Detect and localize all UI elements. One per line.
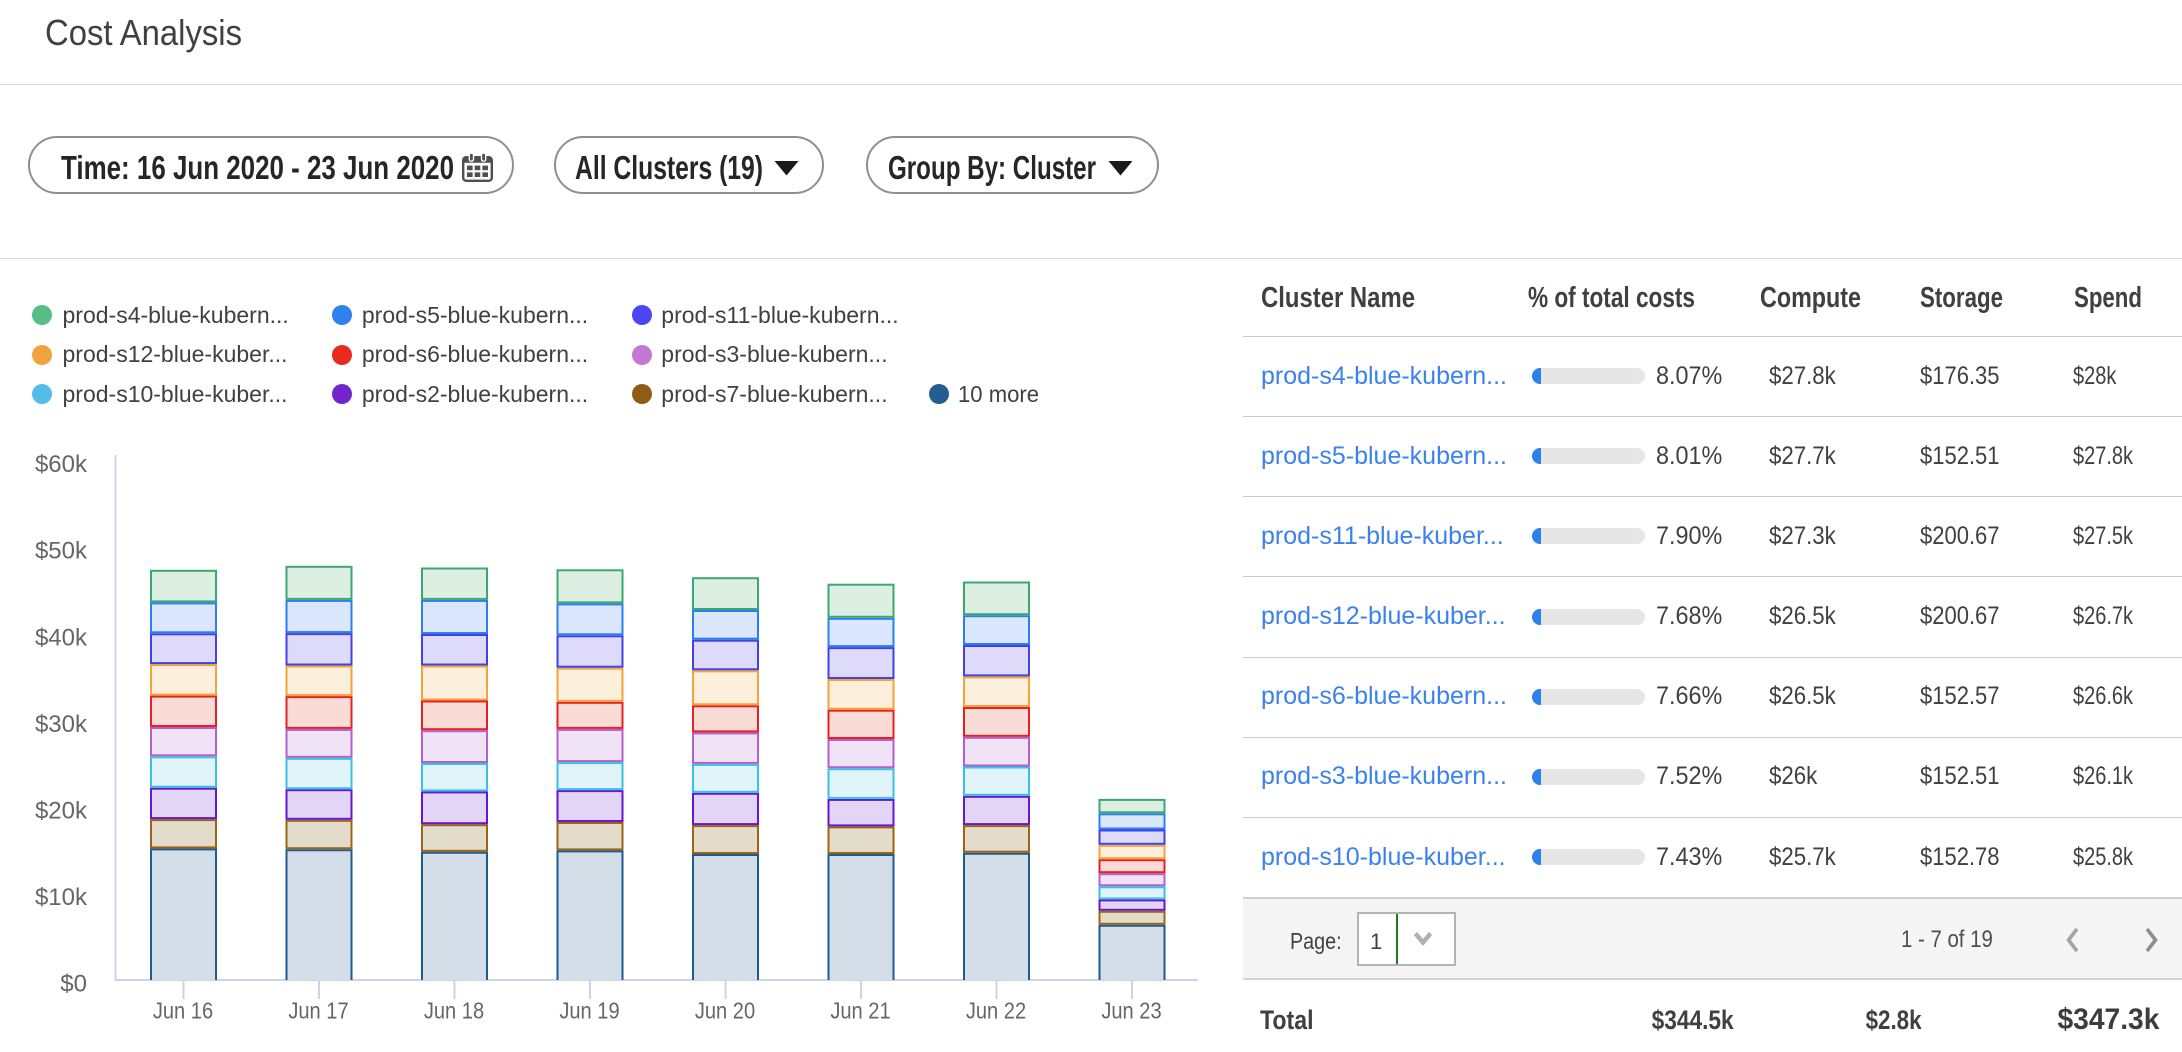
- svg-text:$30k: $30k: [35, 711, 88, 738]
- svg-text:Jun 22: Jun 22: [966, 998, 1026, 1024]
- svg-text:Jun 21: Jun 21: [830, 998, 890, 1024]
- svg-text:Jun 16: Jun 16: [153, 998, 213, 1024]
- svg-text:Jun 19: Jun 19: [559, 998, 619, 1024]
- svg-text:$20k: $20k: [35, 798, 88, 825]
- svg-text:$10k: $10k: [35, 884, 88, 911]
- svg-text:Jun 18: Jun 18: [424, 998, 484, 1024]
- svg-text:$50k: $50k: [35, 538, 88, 565]
- svg-text:Jun 20: Jun 20: [695, 998, 755, 1024]
- svg-text:$60k: $60k: [35, 451, 88, 478]
- svg-text:$0: $0: [60, 971, 87, 998]
- svg-text:$40k: $40k: [35, 624, 88, 651]
- svg-text:Jun 17: Jun 17: [288, 998, 348, 1024]
- svg-text:Jun 23: Jun 23: [1101, 998, 1161, 1024]
